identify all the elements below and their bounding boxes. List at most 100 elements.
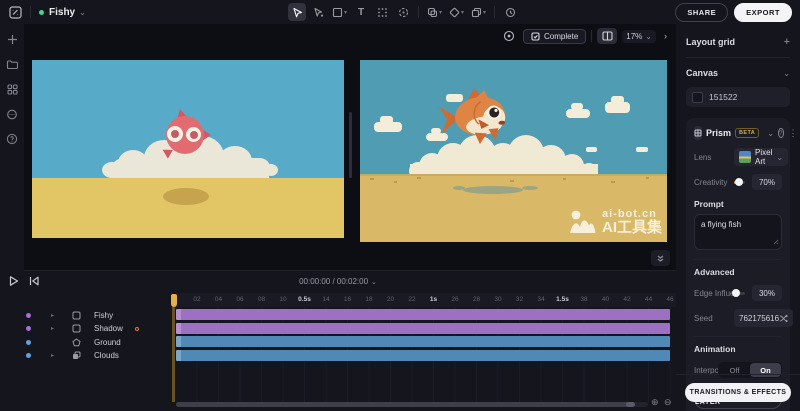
projects-button[interactable] bbox=[5, 57, 19, 71]
timeline-zoom-in-button[interactable]: ⊕ bbox=[651, 398, 659, 407]
next-frame-button[interactable]: › bbox=[661, 31, 670, 41]
rotate-tool-button[interactable] bbox=[394, 3, 412, 21]
duplicate-tool-chevron-icon: ▾ bbox=[483, 9, 486, 16]
shape-tool-button[interactable]: ▾ bbox=[425, 3, 444, 21]
lens-dropdown[interactable]: Pixel Art ⌄ bbox=[734, 148, 788, 166]
share-button[interactable]: SHARE bbox=[675, 3, 728, 22]
layer-row-shadow[interactable]: ▸ Shadow bbox=[0, 323, 176, 335]
rotate-marquee-icon bbox=[398, 7, 409, 18]
ruler-tick: 20 bbox=[387, 296, 394, 303]
ruler-tick: 40 bbox=[602, 296, 609, 303]
direct-select-tool-button[interactable] bbox=[309, 3, 327, 21]
layer-color-dot bbox=[26, 340, 31, 345]
topbar-actions: SHARE EXPORT bbox=[675, 3, 792, 22]
add-button[interactable] bbox=[5, 32, 19, 46]
creativity-label: Creativity bbox=[694, 178, 734, 187]
frame-tool-button[interactable]: ▾ bbox=[330, 3, 349, 21]
scrollbar-handle[interactable] bbox=[176, 402, 634, 407]
time-display[interactable]: 00:00:00 / 00:02:00⌄ bbox=[0, 277, 676, 286]
snapshot-button[interactable] bbox=[500, 28, 518, 44]
canvas-color-field[interactable]: 151522 bbox=[686, 87, 790, 107]
complete-button[interactable]: Complete bbox=[523, 29, 586, 44]
app-logo-icon[interactable] bbox=[8, 5, 22, 19]
transitions-effects-button[interactable]: TRANSITIONS & EFFECTS bbox=[685, 383, 791, 402]
time-value: 00:00:00 / 00:02:00 bbox=[299, 277, 368, 286]
creativity-slider[interactable] bbox=[734, 181, 745, 184]
ruler-tick: 1s bbox=[430, 296, 437, 303]
divider bbox=[694, 259, 782, 260]
resize-handle-icon[interactable] bbox=[773, 238, 779, 247]
seed-field[interactable]: 762175616 bbox=[734, 309, 793, 327]
timeline-zoom-out-button[interactable]: ⊖ bbox=[664, 398, 672, 407]
tool-bar: ▾ T ▾ ▾ ▾ bbox=[288, 0, 519, 24]
ruler-tick: 30 bbox=[494, 296, 501, 303]
prism-menu-button[interactable]: ⋮ bbox=[788, 128, 799, 139]
prism-help-button[interactable]: ? bbox=[778, 128, 784, 138]
history-tool-button[interactable] bbox=[501, 3, 519, 21]
track-bar-ground[interactable] bbox=[176, 336, 670, 347]
rendered-frame[interactable]: ai-bot.cn AI工具集 bbox=[360, 60, 667, 242]
fish-shadow bbox=[163, 188, 209, 205]
animation-label: Animation bbox=[694, 344, 782, 354]
check-frame-icon bbox=[531, 32, 540, 41]
add-layout-grid-button[interactable]: + bbox=[784, 36, 790, 48]
cursor-icon bbox=[292, 7, 303, 18]
canvas-color-swatch[interactable] bbox=[692, 92, 703, 103]
layer-color-dot bbox=[26, 353, 31, 358]
folder-icon bbox=[6, 59, 18, 70]
assets-button[interactable] bbox=[5, 82, 19, 96]
collapse-panel-button[interactable] bbox=[651, 250, 670, 266]
source-frame[interactable] bbox=[32, 60, 344, 238]
zoom-level-dropdown[interactable]: 17% ⌄ bbox=[622, 30, 656, 43]
timeline-ruler[interactable]: 02040608100.5s14161820221s26283032341.5s… bbox=[176, 293, 676, 307]
watermark-logo-icon bbox=[568, 209, 596, 235]
layer-expand-chevron[interactable]: ▸ bbox=[51, 325, 57, 332]
fish-character[interactable] bbox=[166, 116, 204, 154]
track-bar-clouds[interactable] bbox=[176, 350, 670, 361]
transform-tool-button[interactable] bbox=[373, 3, 391, 21]
text-tool-button[interactable]: T bbox=[352, 3, 370, 21]
chat-icon bbox=[6, 109, 18, 120]
feedback-button[interactable] bbox=[5, 107, 19, 121]
diamond-tool-button[interactable]: ▾ bbox=[447, 3, 466, 21]
export-button[interactable]: EXPORT bbox=[734, 3, 792, 22]
prompt-textarea[interactable]: a flying fish bbox=[694, 214, 782, 250]
ruler-tick: 08 bbox=[258, 296, 265, 303]
layer-name: Ground bbox=[94, 338, 121, 347]
duplicate-tool-button[interactable]: ▾ bbox=[469, 3, 488, 21]
layer-expand-chevron[interactable]: ▸ bbox=[51, 312, 57, 319]
panel-footer: TRANSITIONS & EFFECTS bbox=[676, 374, 800, 411]
playhead-handle[interactable] bbox=[171, 294, 177, 307]
lens-thumbnail bbox=[739, 151, 751, 163]
layer-color-dot bbox=[26, 313, 31, 318]
select-tool-button[interactable] bbox=[288, 3, 306, 21]
diamond-tool-chevron-icon: ▾ bbox=[461, 9, 464, 16]
canvas-section-chevron-icon[interactable]: ⌄ bbox=[783, 69, 790, 78]
track-bar-shadow[interactable] bbox=[176, 323, 670, 334]
scrollbar-nub[interactable] bbox=[626, 402, 635, 407]
split-view-button[interactable] bbox=[597, 28, 617, 44]
help-button[interactable] bbox=[5, 132, 19, 146]
layer-expand-chevron[interactable]: ▸ bbox=[51, 352, 57, 359]
frame-split-handle[interactable] bbox=[349, 112, 352, 178]
playhead-line bbox=[172, 307, 175, 402]
edge-influence-value[interactable]: 30% bbox=[752, 285, 782, 301]
track-bar-fishy[interactable] bbox=[176, 309, 670, 320]
timeline-scrollbar[interactable] bbox=[176, 402, 648, 407]
sand-layer bbox=[32, 178, 344, 238]
project-menu-chevron-icon[interactable]: ⌄ bbox=[79, 8, 86, 17]
creativity-value[interactable]: 70% bbox=[752, 174, 782, 190]
prism-collapse-chevron-icon[interactable]: ⌄ bbox=[767, 129, 774, 138]
edge-influence-slider[interactable] bbox=[734, 292, 745, 295]
ruler-tick: 0.5s bbox=[298, 296, 311, 303]
layer-row-clouds[interactable]: ▸ Clouds bbox=[0, 350, 176, 362]
project-name[interactable]: Fishy bbox=[49, 7, 75, 18]
canvas-area[interactable]: Complete 17% ⌄ › bbox=[24, 24, 676, 270]
ruler-tick: 44 bbox=[645, 296, 652, 303]
ruler-tick: 38 bbox=[580, 296, 587, 303]
frame-icon bbox=[332, 7, 343, 18]
shuffle-icon[interactable] bbox=[779, 314, 788, 323]
layer-row-fishy[interactable]: ▸ Fishy bbox=[0, 309, 176, 321]
layer-row-ground[interactable]: ▸ Ground bbox=[0, 336, 176, 348]
keyframe-indicator[interactable] bbox=[135, 327, 139, 331]
